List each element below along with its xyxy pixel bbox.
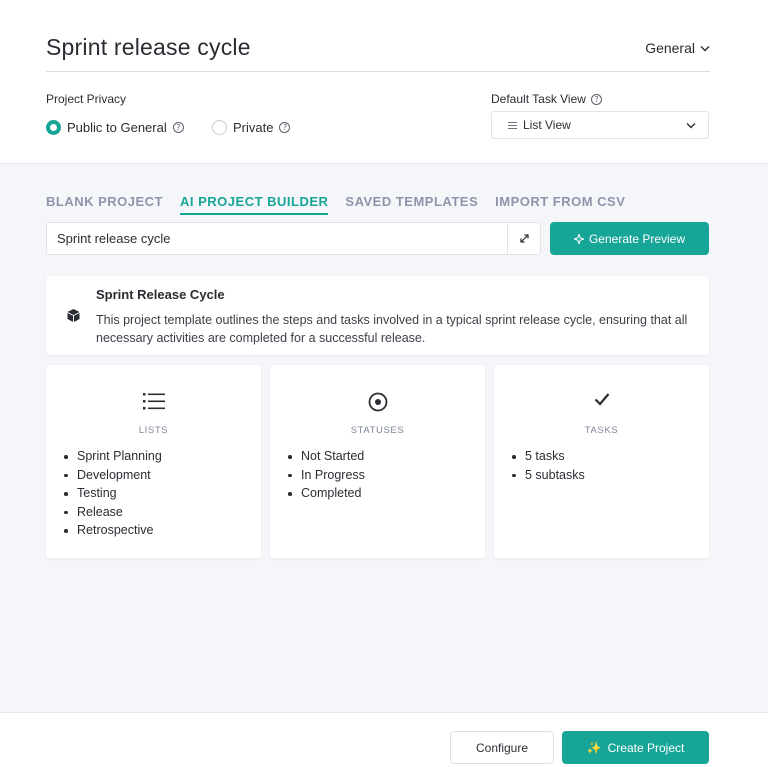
footer-bar: Configure ✨ Create Project (0, 712, 768, 767)
sparkles-icon: ✨ (586, 740, 602, 755)
list-item: Release (64, 503, 162, 522)
help-icon[interactable]: ? (590, 93, 602, 105)
tab-blank-project[interactable]: BLANK PROJECT (46, 194, 163, 215)
help-icon[interactable]: ? (279, 122, 291, 133)
project-settings-panel: Sprint release cycle General Project Pri… (0, 0, 768, 164)
prompt-box (46, 222, 541, 255)
list-item: Testing (64, 484, 162, 503)
target-icon (368, 392, 387, 412)
task-view-select[interactable]: List View (491, 111, 709, 139)
configure-button[interactable]: Configure (450, 731, 554, 764)
tasks-heading: TASKS (584, 425, 619, 436)
cube-icon (67, 309, 80, 322)
template-title: Sprint Release Cycle (96, 287, 225, 302)
create-project-button[interactable]: ✨ Create Project (562, 731, 709, 764)
list-item: 5 subtasks (512, 466, 585, 485)
statuses-list: Not Started In Progress Completed (288, 447, 365, 503)
radio-private[interactable] (212, 120, 227, 135)
lists-heading: LISTS (138, 425, 169, 436)
help-icon[interactable]: ? (172, 122, 184, 133)
list-item: Not Started (288, 447, 365, 466)
check-icon (594, 393, 609, 406)
chevron-down-icon (700, 45, 710, 51)
page-title: Sprint release cycle (46, 34, 251, 60)
tasks-card: TASKS 5 tasks 5 subtasks (494, 365, 709, 558)
builder-tabs: BLANK PROJECT AI PROJECT BUILDER SAVED T… (46, 194, 625, 215)
privacy-label: Project Privacy (46, 92, 127, 106)
privacy-option-public-label: Public to General (67, 120, 167, 135)
list-item: In Progress (288, 466, 365, 485)
expand-icon (519, 234, 529, 243)
list-item: Development (64, 466, 162, 485)
task-view-label-text: Default Task View (491, 92, 586, 106)
list-item: 5 tasks (512, 447, 585, 466)
list-item: Sprint Planning (64, 447, 162, 466)
tasks-list: 5 tasks 5 subtasks (512, 447, 585, 485)
privacy-option-private-label: Private (233, 120, 274, 135)
task-view-value: List View (523, 118, 571, 132)
list-item: Retrospective (64, 521, 162, 540)
generate-preview-button[interactable]: Generate Preview (550, 222, 709, 255)
privacy-option-private[interactable]: Private ? (212, 120, 291, 135)
generate-preview-label: Generate Preview (588, 231, 686, 246)
radio-public[interactable] (46, 120, 61, 135)
statuses-heading: STATUSES (350, 425, 405, 436)
list-item: Completed (288, 484, 365, 503)
chevron-down-icon (686, 122, 696, 128)
task-view-label: Default Task View ? (491, 92, 602, 106)
statuses-card: STATUSES Not Started In Progress Complet… (270, 365, 485, 558)
space-select[interactable]: General (645, 40, 710, 56)
divider (46, 71, 710, 72)
sparkle-icon (573, 233, 584, 244)
create-project-label: Create Project (607, 740, 685, 755)
template-description: This project template outlines the steps… (96, 313, 688, 345)
template-summary-card: Sprint Release Cycle This project templa… (46, 276, 709, 355)
lists-card: LISTS Sprint Planning Development Testin… (46, 365, 261, 558)
privacy-option-public[interactable]: Public to General ? (46, 120, 184, 135)
prompt-input[interactable] (47, 223, 507, 254)
list-icon (142, 393, 165, 410)
tab-import-from-csv[interactable]: IMPORT FROM CSV (495, 194, 625, 215)
lists-list: Sprint Planning Development Testing Rele… (64, 447, 162, 540)
list-view-icon (508, 121, 517, 129)
space-select-label: General (645, 40, 695, 56)
expand-button[interactable] (507, 223, 540, 254)
tab-saved-templates[interactable]: SAVED TEMPLATES (345, 194, 478, 215)
tab-ai-project-builder[interactable]: AI PROJECT BUILDER (180, 194, 329, 215)
